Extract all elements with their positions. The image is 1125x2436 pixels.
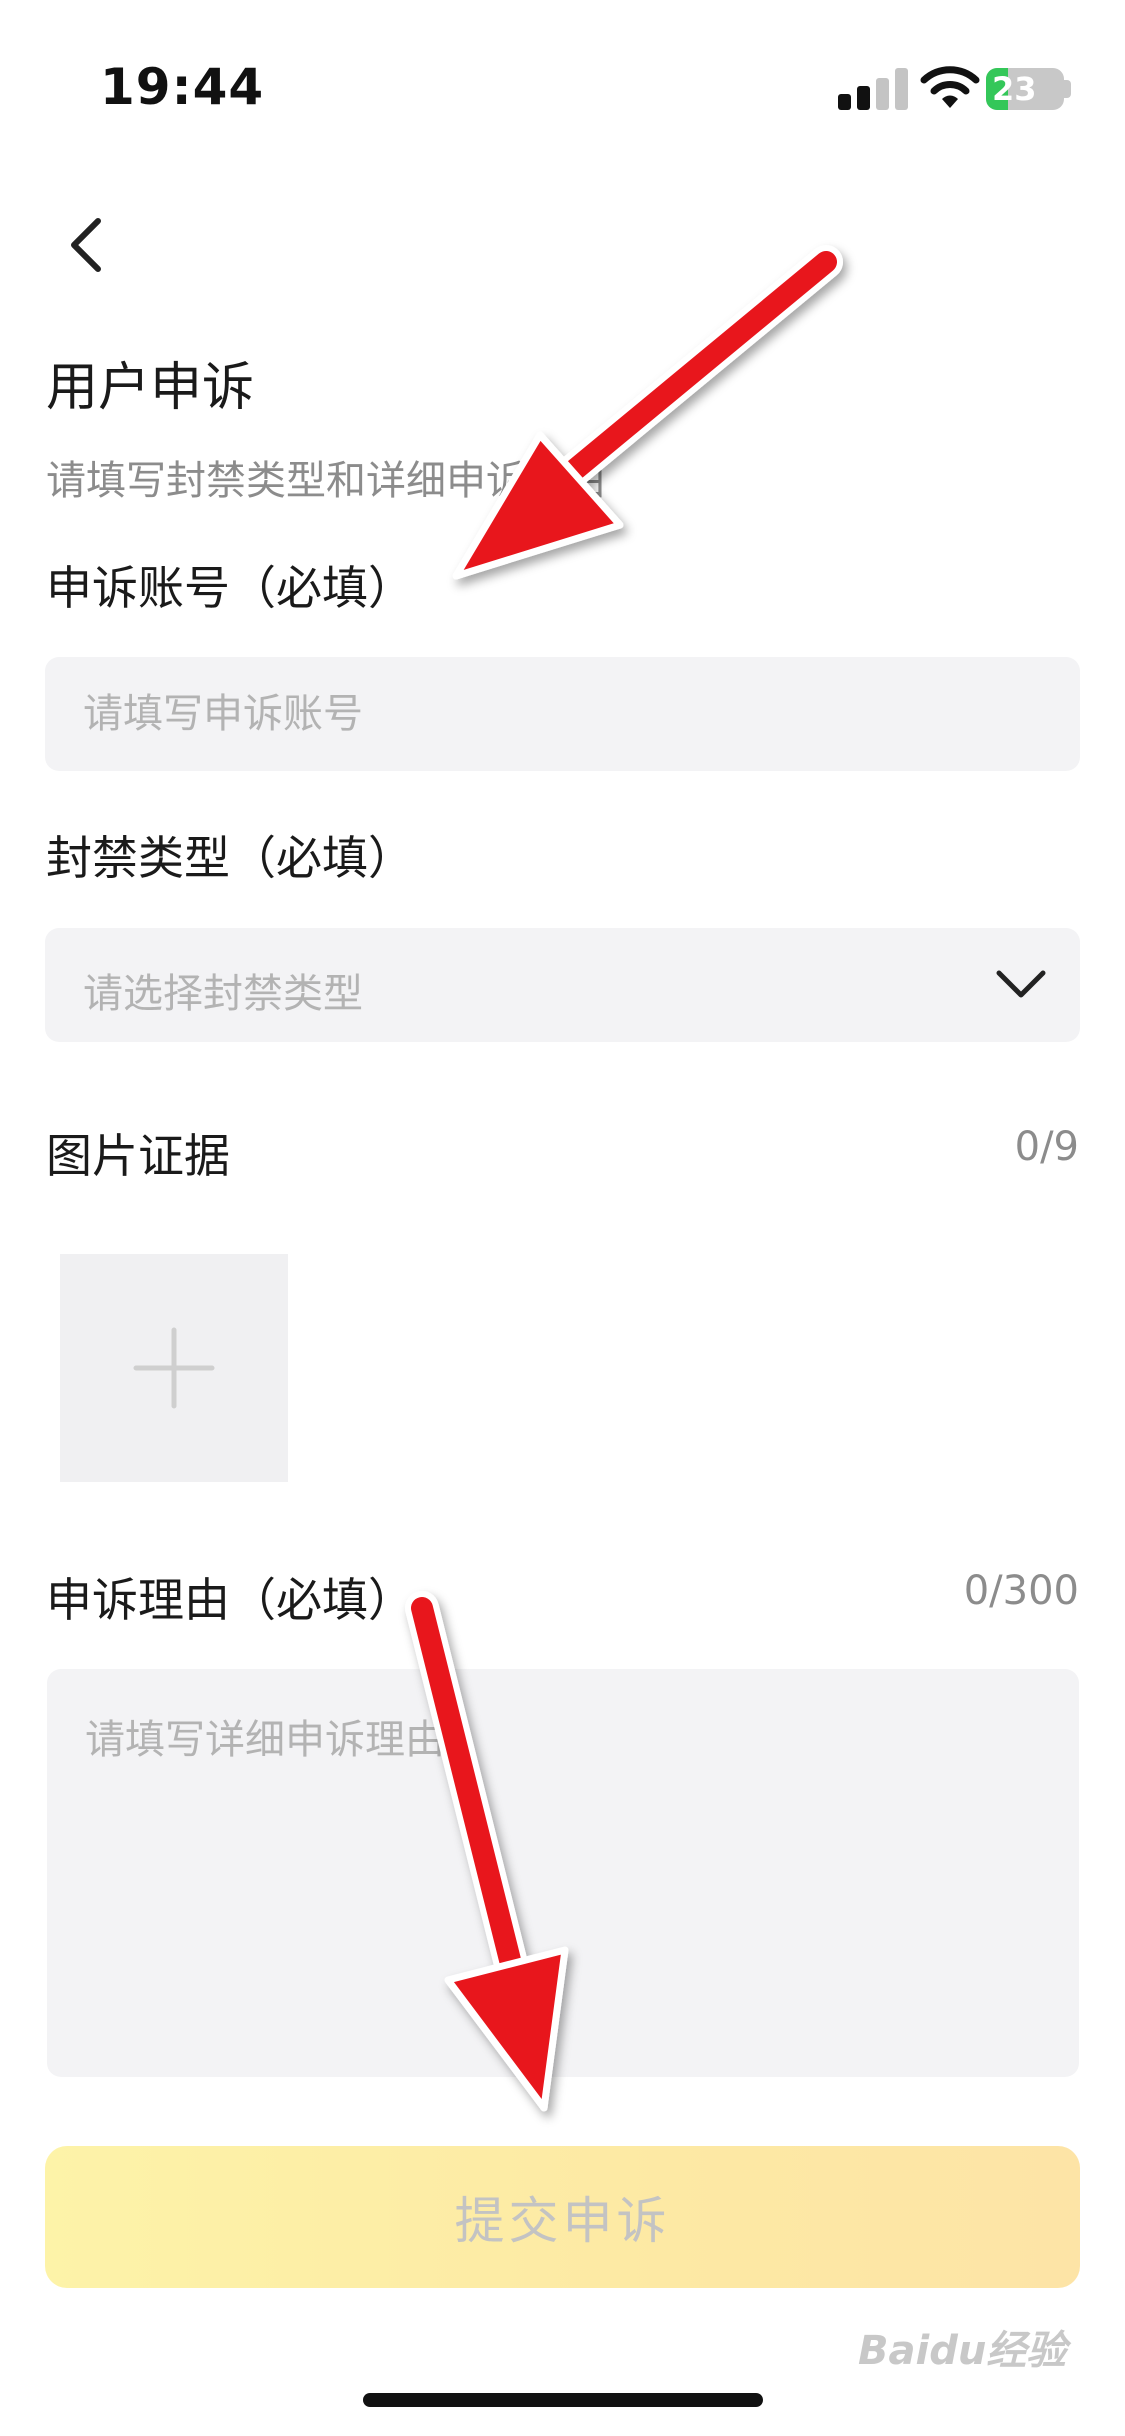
account-label: 申诉账号（必填） [46,561,414,615]
battery-icon: 23 [986,68,1064,110]
red-arrow-top [452,245,843,580]
battery-level: 23 [992,70,1037,108]
back-button[interactable] [60,215,116,275]
watermark-logo: Baidu经验 [858,2328,1067,2374]
reason-textarea[interactable] [47,1669,1079,2077]
wifi-icon [920,64,980,110]
ban-type-select[interactable]: 请选择封禁类型 [45,928,1080,1042]
page-subtitle: 请填写封禁类型和详细申诉理由 [46,458,606,504]
cellular-signal-icon [838,68,910,110]
add-image-button[interactable] [60,1254,288,1482]
page-title: 用户申诉 [46,358,255,418]
plus-icon [133,1327,215,1409]
account-input[interactable] [45,657,1080,771]
reason-label: 申诉理由（必填） [46,1573,414,1627]
ban-type-placeholder: 请选择封禁类型 [83,971,363,1017]
status-time: 19:44 [100,58,265,116]
chevron-down-icon [996,970,1046,998]
evidence-label: 图片证据 [46,1129,230,1183]
ban-type-label: 封禁类型（必填） [46,831,414,885]
home-indicator [363,2393,763,2407]
battery-cap [1064,80,1071,98]
chevron-left-icon [71,218,101,272]
reason-count: 0/300 [963,1568,1079,1614]
evidence-count: 0/9 [1014,1124,1079,1170]
submit-appeal-button[interactable]: 提交申诉 [45,2146,1080,2288]
